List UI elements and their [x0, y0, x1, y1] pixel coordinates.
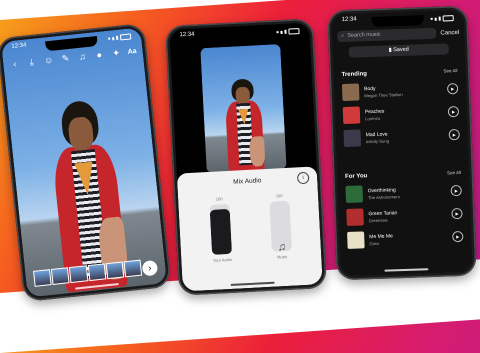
music-library-screen: 12:34 ⌕ Search music Cancel ▮ Saved Tren… [331, 9, 473, 277]
play-icon[interactable]: ▶ [447, 105, 460, 118]
battery-icon [442, 15, 454, 22]
play-icon[interactable]: ▶ [452, 230, 464, 243]
play-icon[interactable]: ▶ [446, 83, 459, 95]
album-cover [345, 185, 364, 203]
for-you-list: Overthinking The Astronomers ▶ Green Tarian… [345, 179, 464, 252]
your-audio-track[interactable] [209, 203, 233, 255]
for-you-header: For You See All [345, 170, 461, 180]
cancel-button[interactable]: Cancel [440, 29, 459, 36]
editor-screen: 12:34 ‹ ⤓ ☺ ✎ ♫ ● ✦ Aa › [0, 27, 168, 298]
saved-button[interactable]: ▮ Saved [348, 43, 449, 58]
phone-editor: 12:34 ‹ ⤓ ☺ ✎ ♫ ● ✦ Aa › [0, 22, 172, 303]
music-note-icon: ♫ [277, 241, 287, 252]
trending-header: Trending See All [341, 68, 457, 78]
search-music-input[interactable]: ⌕ Search music [337, 27, 437, 43]
person-photo [224, 78, 266, 173]
status-time: 12:34 [179, 31, 195, 39]
draw-icon[interactable]: ✎ [60, 53, 72, 65]
for-you-heading: For You [345, 173, 368, 181]
for-you-see-all[interactable]: See All [447, 170, 461, 176]
music-value: 100 [275, 193, 283, 199]
your-audio-level [209, 208, 233, 255]
play-icon[interactable]: ▶ [450, 184, 462, 197]
info-icon[interactable]: i [296, 171, 310, 185]
film-thumb [51, 267, 70, 285]
play-icon[interactable]: ▶ [448, 128, 460, 141]
status-time: 12:34 [11, 42, 27, 50]
your-audio-label: Your Audio [212, 256, 233, 263]
mix-audio-screen: 12:34 Mix Audio i 100 Your Audio 100 ♫ M… [169, 22, 323, 292]
battery-icon [288, 28, 300, 35]
mix-audio-panel: Mix Audio i 100 Your Audio 100 ♫ Music [176, 166, 323, 292]
film-thumb [33, 269, 52, 287]
film-thumb [123, 259, 143, 278]
your-audio-value: 100 [215, 196, 223, 202]
trending-list: Body Megan Thee Stallion ▶ Peaches Lorenzo ▶ M… [341, 77, 460, 150]
film-thumb [105, 261, 125, 280]
trending-heading: Trending [341, 71, 368, 79]
phone-mix-audio: 12:34 Mix Audio i 100 Your Audio 100 ♫ M… [165, 18, 327, 296]
effects-icon[interactable]: ✦ [110, 47, 122, 59]
mix-video-preview[interactable] [200, 44, 287, 174]
text-tool-button[interactable]: Aa [127, 48, 137, 56]
music-note-icon[interactable]: ♫ [76, 51, 88, 63]
sticker-icon[interactable]: ☺ [43, 55, 55, 67]
album-cover [343, 129, 362, 148]
search-icon: ⌕ [341, 32, 345, 40]
album-cover [346, 208, 364, 226]
bookmark-icon: ▮ [388, 47, 392, 54]
phone-music-library: 12:34 ⌕ Search music Cancel ▮ Saved Tren… [327, 5, 477, 281]
song-row[interactable]: Mad Love Infinity Song ▶ [343, 123, 460, 150]
album-cover [341, 83, 360, 102]
download-icon[interactable]: ⤓ [26, 56, 38, 68]
trending-see-all[interactable]: See All [443, 68, 457, 74]
song-meta: Overthinking The Astronomers [368, 185, 446, 200]
search-placeholder: Search music [347, 31, 381, 39]
status-time: 12:34 [341, 16, 357, 24]
song-meta: Body Megan Thee Stallion [364, 83, 442, 97]
film-thumb [69, 265, 88, 284]
notch [371, 15, 424, 27]
song-row[interactable]: Me Me Me Grea ▶ [347, 225, 464, 252]
microphone-icon[interactable]: ● [93, 49, 105, 61]
music-slider[interactable]: 100 ♫ Music [268, 193, 293, 260]
song-meta: Me Me Me Grea [369, 231, 447, 246]
song-meta: Peaches Lorenzo [365, 106, 443, 121]
album-cover [342, 106, 361, 125]
album-cover [347, 231, 365, 249]
notch [213, 28, 266, 42]
play-icon[interactable]: ▶ [451, 207, 463, 220]
home-indicator [384, 268, 429, 272]
chevron-left-icon[interactable]: ‹ [9, 58, 21, 70]
music-track[interactable]: ♫ [269, 200, 292, 252]
your-audio-slider[interactable]: 100 Your Audio [208, 196, 233, 263]
music-label: Music [276, 253, 288, 260]
music-search-row: ⌕ Search music Cancel [337, 27, 459, 43]
signal-icons [430, 13, 454, 24]
song-meta: Mad Love Infinity Song [366, 129, 444, 144]
saved-label: Saved [393, 46, 409, 54]
signal-icons [276, 26, 300, 37]
battery-icon [119, 33, 132, 41]
film-thumb [87, 263, 107, 282]
song-meta: Green Tarian Greenswe [368, 208, 446, 223]
